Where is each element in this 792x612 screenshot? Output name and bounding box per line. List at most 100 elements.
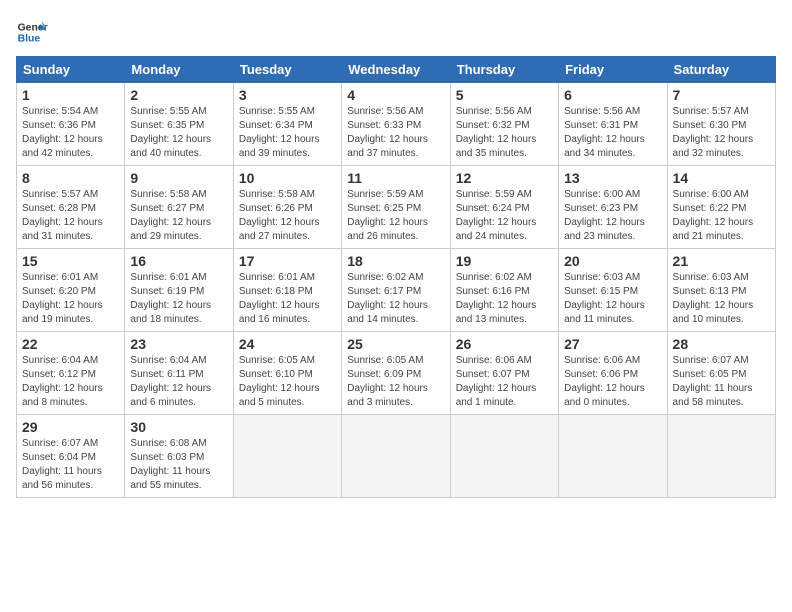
day-info: Sunrise: 6:00 AM Sunset: 6:22 PM Dayligh…: [673, 188, 770, 244]
calendar-day: 14 Sunrise: 6:00 AM Sunset: 6:22 PM Dayli…: [667, 166, 775, 249]
day-info: Sunrise: 6:03 AM Sunset: 6:15 PM Dayligh…: [564, 271, 661, 327]
day-number: 14: [673, 170, 770, 186]
calendar-day: 8 Sunrise: 5:57 AM Sunset: 6:28 PM Daylig…: [17, 166, 125, 249]
day-info: Sunrise: 6:01 AM Sunset: 6:20 PM Dayligh…: [22, 271, 119, 327]
day-info: Sunrise: 5:57 AM Sunset: 6:28 PM Dayligh…: [22, 188, 119, 244]
day-number: 23: [130, 336, 227, 352]
logo-icon: General Blue: [16, 16, 48, 48]
calendar-day: 19 Sunrise: 6:02 AM Sunset: 6:16 PM Dayli…: [450, 249, 558, 332]
day-info: Sunrise: 6:04 AM Sunset: 6:11 PM Dayligh…: [130, 354, 227, 410]
day-info: Sunrise: 5:57 AM Sunset: 6:30 PM Dayligh…: [673, 105, 770, 161]
calendar-day: 11 Sunrise: 5:59 AM Sunset: 6:25 PM Dayli…: [342, 166, 450, 249]
day-info: Sunrise: 6:04 AM Sunset: 6:12 PM Dayligh…: [22, 354, 119, 410]
weekday-header-sunday: Sunday: [17, 57, 125, 83]
day-info: Sunrise: 6:02 AM Sunset: 6:17 PM Dayligh…: [347, 271, 444, 327]
day-number: 11: [347, 170, 444, 186]
calendar-day: 29Sunrise: 6:07 AM Sunset: 6:04 PM Dayli…: [17, 415, 125, 498]
day-info: Sunrise: 5:55 AM Sunset: 6:34 PM Dayligh…: [239, 105, 336, 161]
page-header: General Blue: [16, 16, 776, 48]
day-number: 9: [130, 170, 227, 186]
weekday-header-saturday: Saturday: [667, 57, 775, 83]
calendar-day: [342, 415, 450, 498]
calendar-day: 4 Sunrise: 5:56 AM Sunset: 6:33 PM Daylig…: [342, 83, 450, 166]
day-number: 5: [456, 87, 553, 103]
calendar-day: [667, 415, 775, 498]
calendar-day: [450, 415, 558, 498]
day-info: Sunrise: 6:05 AM Sunset: 6:09 PM Dayligh…: [347, 354, 444, 410]
calendar-day: 18 Sunrise: 6:02 AM Sunset: 6:17 PM Dayli…: [342, 249, 450, 332]
calendar-day: 30 Sunrise: 6:08 AM Sunset: 6:03 PM Dayli…: [125, 415, 233, 498]
weekday-header-friday: Friday: [559, 57, 667, 83]
day-info: Sunrise: 6:08 AM Sunset: 6:03 PM Dayligh…: [130, 437, 227, 493]
day-number: 28: [673, 336, 770, 352]
day-number: 2: [130, 87, 227, 103]
day-info: Sunrise: 5:59 AM Sunset: 6:25 PM Dayligh…: [347, 188, 444, 244]
calendar-day: 6Sunrise: 5:56 AM Sunset: 6:31 PM Daylig…: [559, 83, 667, 166]
day-info: Sunrise: 5:59 AM Sunset: 6:24 PM Dayligh…: [456, 188, 553, 244]
day-info: Sunrise: 6:01 AM Sunset: 6:19 PM Dayligh…: [130, 271, 227, 327]
day-number: 29: [22, 419, 119, 435]
logo: General Blue: [16, 16, 52, 48]
weekday-header-wednesday: Wednesday: [342, 57, 450, 83]
day-number: 7: [673, 87, 770, 103]
calendar-day: 20 Sunrise: 6:03 AM Sunset: 6:15 PM Dayli…: [559, 249, 667, 332]
day-number: 30: [130, 419, 227, 435]
calendar-table: SundayMondayTuesdayWednesdayThursdayFrid…: [16, 56, 776, 498]
calendar-day: 10 Sunrise: 5:58 AM Sunset: 6:26 PM Dayli…: [233, 166, 341, 249]
day-info: Sunrise: 6:07 AM Sunset: 6:05 PM Dayligh…: [673, 354, 770, 410]
day-info: Sunrise: 5:56 AM Sunset: 6:33 PM Dayligh…: [347, 105, 444, 161]
calendar-day: 24 Sunrise: 6:05 AM Sunset: 6:10 PM Dayli…: [233, 332, 341, 415]
svg-text:Blue: Blue: [18, 34, 41, 45]
calendar-day: 2 Sunrise: 5:55 AM Sunset: 6:35 PM Daylig…: [125, 83, 233, 166]
day-number: 4: [347, 87, 444, 103]
day-info: Sunrise: 6:05 AM Sunset: 6:10 PM Dayligh…: [239, 354, 336, 410]
calendar-day: [233, 415, 341, 498]
day-number: 20: [564, 253, 661, 269]
day-info: Sunrise: 6:02 AM Sunset: 6:16 PM Dayligh…: [456, 271, 553, 327]
calendar-day: 17 Sunrise: 6:01 AM Sunset: 6:18 PM Dayli…: [233, 249, 341, 332]
day-info: Sunrise: 6:06 AM Sunset: 6:07 PM Dayligh…: [456, 354, 553, 410]
calendar-day: 28 Sunrise: 6:07 AM Sunset: 6:05 PM Dayli…: [667, 332, 775, 415]
calendar-day: 7 Sunrise: 5:57 AM Sunset: 6:30 PM Daylig…: [667, 83, 775, 166]
calendar-day: 1Sunrise: 5:54 AM Sunset: 6:36 PM Daylig…: [17, 83, 125, 166]
day-number: 18: [347, 253, 444, 269]
day-number: 26: [456, 336, 553, 352]
day-number: 19: [456, 253, 553, 269]
day-number: 21: [673, 253, 770, 269]
calendar-day: 3Sunrise: 5:55 AM Sunset: 6:34 PM Daylig…: [233, 83, 341, 166]
weekday-header-thursday: Thursday: [450, 57, 558, 83]
day-number: 27: [564, 336, 661, 352]
calendar-day: 15 Sunrise: 6:01 AM Sunset: 6:20 PM Dayli…: [17, 249, 125, 332]
day-number: 12: [456, 170, 553, 186]
calendar-day: 26 Sunrise: 6:06 AM Sunset: 6:07 PM Dayli…: [450, 332, 558, 415]
day-info: Sunrise: 5:55 AM Sunset: 6:35 PM Dayligh…: [130, 105, 227, 161]
day-number: 16: [130, 253, 227, 269]
day-info: Sunrise: 6:00 AM Sunset: 6:23 PM Dayligh…: [564, 188, 661, 244]
calendar-day: 9 Sunrise: 5:58 AM Sunset: 6:27 PM Daylig…: [125, 166, 233, 249]
day-number: 13: [564, 170, 661, 186]
day-number: 10: [239, 170, 336, 186]
weekday-header-tuesday: Tuesday: [233, 57, 341, 83]
calendar-day: 22 Sunrise: 6:04 AM Sunset: 6:12 PM Dayli…: [17, 332, 125, 415]
day-info: Sunrise: 5:56 AM Sunset: 6:32 PM Dayligh…: [456, 105, 553, 161]
calendar-day: 5 Sunrise: 5:56 AM Sunset: 6:32 PM Daylig…: [450, 83, 558, 166]
calendar-day: 12 Sunrise: 5:59 AM Sunset: 6:24 PM Dayli…: [450, 166, 558, 249]
day-info: Sunrise: 6:03 AM Sunset: 6:13 PM Dayligh…: [673, 271, 770, 327]
calendar-day: 23 Sunrise: 6:04 AM Sunset: 6:11 PM Dayli…: [125, 332, 233, 415]
day-number: 17: [239, 253, 336, 269]
day-number: 24: [239, 336, 336, 352]
day-info: Sunrise: 5:58 AM Sunset: 6:27 PM Dayligh…: [130, 188, 227, 244]
weekday-header-monday: Monday: [125, 57, 233, 83]
day-number: 15: [22, 253, 119, 269]
day-number: 8: [22, 170, 119, 186]
day-number: 1: [22, 87, 119, 103]
day-number: 6: [564, 87, 661, 103]
day-info: Sunrise: 6:01 AM Sunset: 6:18 PM Dayligh…: [239, 271, 336, 327]
calendar-day: 27 Sunrise: 6:06 AM Sunset: 6:06 PM Dayli…: [559, 332, 667, 415]
day-info: Sunrise: 5:58 AM Sunset: 6:26 PM Dayligh…: [239, 188, 336, 244]
day-number: 22: [22, 336, 119, 352]
day-info: Sunrise: 6:06 AM Sunset: 6:06 PM Dayligh…: [564, 354, 661, 410]
calendar-day: 13 Sunrise: 6:00 AM Sunset: 6:23 PM Dayli…: [559, 166, 667, 249]
calendar-day: 16 Sunrise: 6:01 AM Sunset: 6:19 PM Dayli…: [125, 249, 233, 332]
calendar-day: [559, 415, 667, 498]
